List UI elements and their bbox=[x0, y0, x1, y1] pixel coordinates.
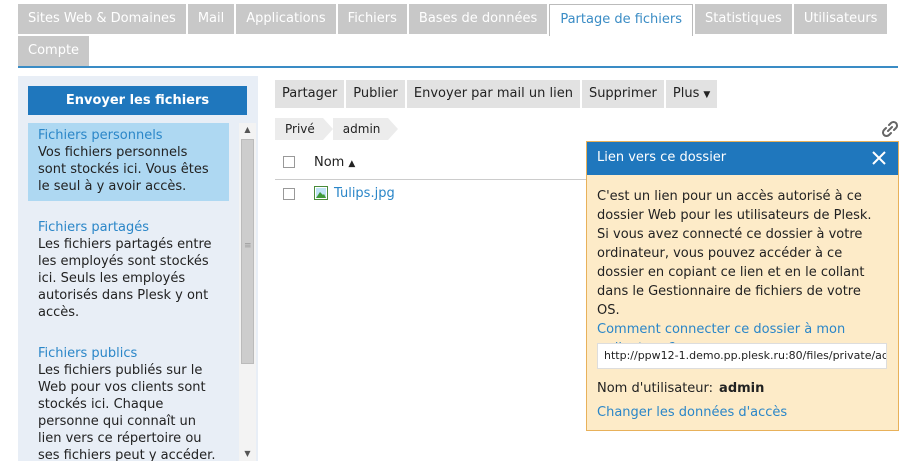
file-list-header: Nom ▲ bbox=[275, 148, 587, 180]
change-access-link[interactable]: Changer les données d'accès bbox=[597, 405, 787, 420]
popup-header: Lien vers ce dossier bbox=[587, 142, 898, 175]
sidebar-item-title: Fichiers partagés bbox=[38, 220, 150, 235]
username-label: Nom d'utilisateur: bbox=[597, 381, 714, 396]
sidebar-item-description: Les fichiers publiés sur le Web pour vos… bbox=[38, 363, 216, 461]
tab-compte[interactable]: Compte bbox=[18, 36, 90, 66]
popup-description: C'est un lien pour un accès autorisé à c… bbox=[597, 189, 872, 318]
link-icon[interactable] bbox=[880, 119, 900, 139]
username-value: admin bbox=[719, 381, 765, 396]
folder-list: Fichiers personnels Vos fichiers personn… bbox=[28, 123, 229, 461]
scroll-down-arrow-icon[interactable]: ▼ bbox=[239, 447, 256, 461]
email-link-button[interactable]: Envoyer par mail un lien bbox=[406, 80, 580, 108]
close-icon[interactable] bbox=[871, 150, 887, 166]
popup-body: C'est un lien pour un accès autorisé à c… bbox=[597, 187, 887, 358]
tab-utilisateurs[interactable]: Utilisateurs bbox=[793, 4, 888, 34]
sidebar-item-shared-files[interactable]: Fichiers partagés Les fichiers partagés … bbox=[28, 215, 229, 327]
tab-partage-de-fichiers[interactable]: Partage de fichiers bbox=[549, 4, 694, 36]
tabs-row-2: Compte bbox=[18, 36, 898, 66]
sort-ascending-icon: ▲ bbox=[348, 159, 356, 169]
column-header-name[interactable]: Nom ▲ bbox=[314, 155, 355, 170]
tab-mail[interactable]: Mail bbox=[187, 4, 235, 34]
breadcrumb-item-prive[interactable]: Privé bbox=[275, 118, 333, 140]
file-row[interactable]: Tulips.jpg bbox=[275, 182, 587, 208]
share-button[interactable]: Partager bbox=[275, 80, 345, 108]
sidebar-item-title: Fichiers publics bbox=[38, 346, 138, 361]
caret-down-icon: ▼ bbox=[703, 90, 711, 100]
sidebar-item-personal-files[interactable]: Fichiers personnels Vos fichiers personn… bbox=[28, 123, 229, 201]
sidebar: Envoyer les fichiers Fichiers personnels… bbox=[18, 76, 258, 461]
sidebar-item-description: Les fichiers partagés entre les employés… bbox=[38, 237, 212, 320]
popup-title: Lien vers ce dossier bbox=[597, 150, 727, 165]
tab-fichiers[interactable]: Fichiers bbox=[337, 4, 407, 34]
file-checkbox[interactable] bbox=[283, 188, 295, 200]
scrollbar-thumb[interactable]: ≡ bbox=[241, 139, 254, 364]
upload-files-button[interactable]: Envoyer les fichiers bbox=[28, 86, 247, 115]
main-tabs: Sites Web & Domaines Mail Applications F… bbox=[18, 4, 898, 68]
select-all-checkbox[interactable] bbox=[283, 156, 295, 168]
tabs-divider bbox=[18, 66, 898, 68]
breadcrumb-item-admin[interactable]: admin bbox=[332, 118, 398, 140]
grip-icon: ≡ bbox=[244, 241, 252, 251]
delete-button[interactable]: Supprimer bbox=[581, 80, 664, 108]
folder-url-field[interactable]: http://ppw12-1.demo.pp.plesk.ru:80/files… bbox=[597, 343, 887, 369]
sidebar-item-public-files[interactable]: Fichiers publics Les fichiers publiés su… bbox=[28, 341, 229, 461]
sidebar-item-title: Fichiers personnels bbox=[38, 128, 163, 143]
sidebar-scrollbar[interactable]: ▲ ≡ ▼ bbox=[239, 123, 256, 461]
folder-link-popup: Lien vers ce dossier C'est un lien pour … bbox=[586, 141, 899, 431]
breadcrumb: Privé admin bbox=[275, 118, 398, 140]
tab-applications[interactable]: Applications bbox=[236, 4, 336, 34]
sidebar-item-description: Vos fichiers personnels sont stockés ici… bbox=[38, 145, 209, 194]
image-file-icon bbox=[314, 186, 328, 200]
more-label: Plus bbox=[672, 86, 700, 101]
more-dropdown-button[interactable]: Plus ▼ bbox=[665, 80, 718, 108]
tab-bases-de-donnees[interactable]: Bases de données bbox=[408, 4, 548, 34]
publish-button[interactable]: Publier bbox=[346, 80, 405, 108]
username-line: Nom d'utilisateur: admin bbox=[597, 381, 764, 396]
file-toolbar: Partager Publier Envoyer par mail un lie… bbox=[275, 80, 719, 108]
tab-sites-web[interactable]: Sites Web & Domaines bbox=[18, 4, 186, 34]
scroll-up-arrow-icon[interactable]: ▲ bbox=[239, 123, 256, 137]
tabs-row-1: Sites Web & Domaines Mail Applications F… bbox=[18, 4, 898, 36]
column-name-label: Nom bbox=[314, 155, 345, 170]
file-name-link[interactable]: Tulips.jpg bbox=[334, 186, 395, 201]
tab-statistiques[interactable]: Statistiques bbox=[695, 4, 792, 34]
